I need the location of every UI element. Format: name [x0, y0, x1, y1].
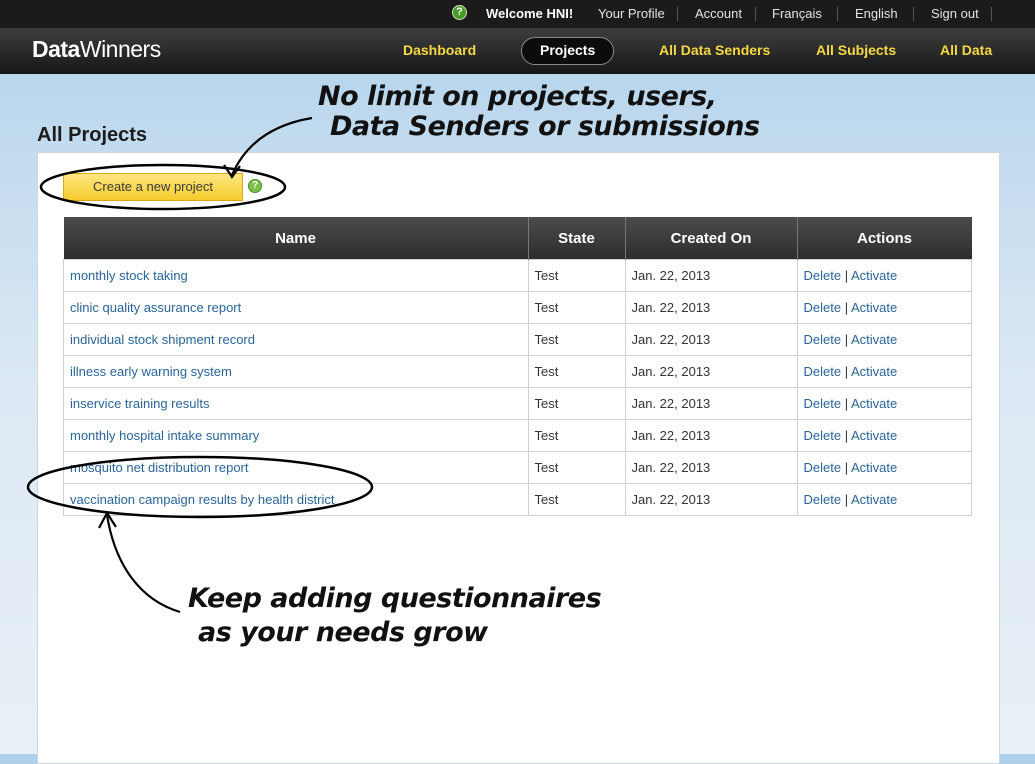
arrow-head-icon — [223, 164, 241, 179]
annotation-top-line-1: No limit on projects, users, — [318, 81, 717, 112]
highlight-ellipse — [39, 163, 287, 211]
annotation-top-line-2: Data Senders or submissions — [330, 111, 760, 142]
annotation-bottom-line-1: Keep adding questionnaires — [188, 583, 602, 614]
arrow-line — [105, 514, 181, 614]
annotation-bottom-line-2: as your needs grow — [198, 617, 488, 648]
arrow-line — [230, 116, 313, 176]
highlight-ellipse — [26, 455, 374, 519]
